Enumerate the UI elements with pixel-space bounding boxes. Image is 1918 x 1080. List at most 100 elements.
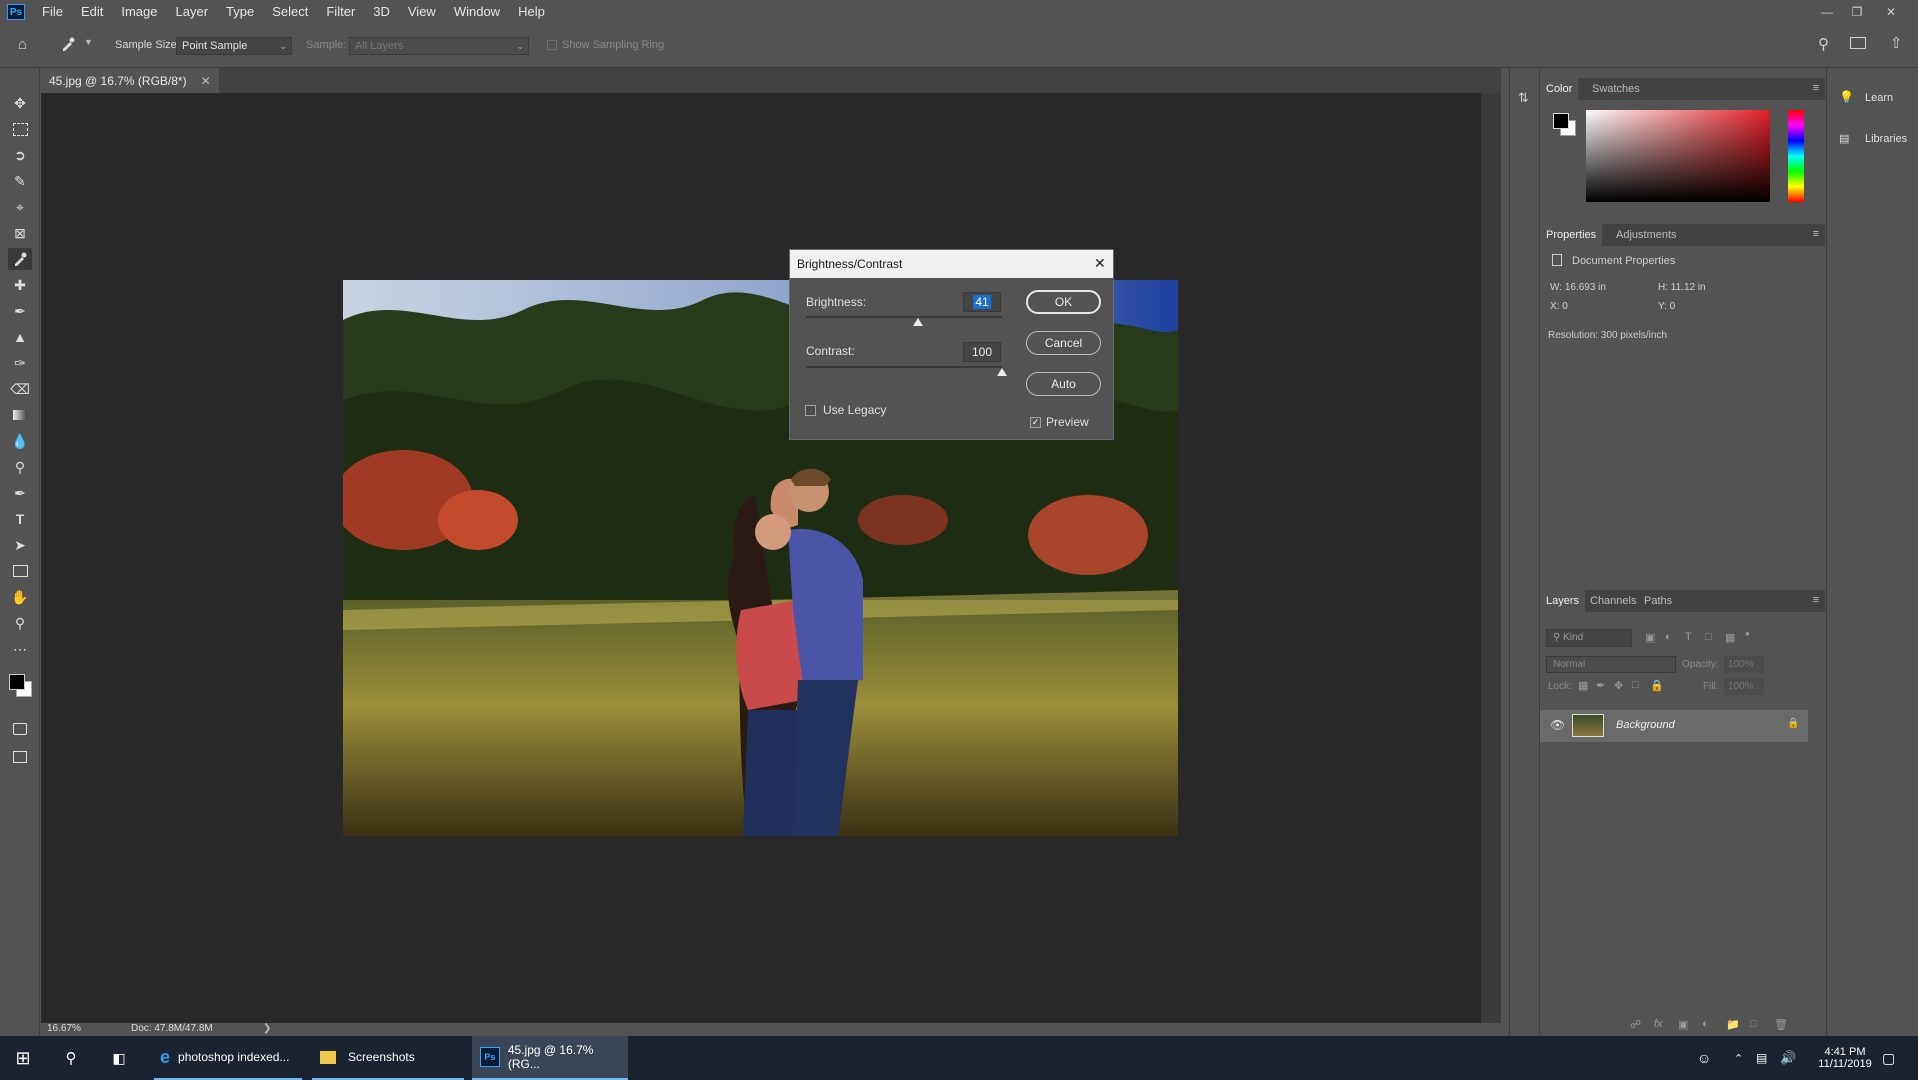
clock[interactable]: 4:41 PM 11/11/2019	[1810, 1036, 1880, 1080]
eye-visibility-icon[interactable]: 👁	[1550, 718, 1565, 732]
filter-type-icon[interactable]: T	[1685, 631, 1692, 643]
filter-adjustment-icon[interactable]: ◐	[1665, 631, 1672, 643]
delete-layer-icon[interactable]: 🗑	[1774, 1018, 1788, 1031]
menu-type[interactable]: Type	[217, 0, 263, 24]
people-icon[interactable]: ☺	[1697, 1036, 1711, 1080]
network-icon[interactable]: ▤	[1756, 1036, 1767, 1080]
quick-selection-tool-icon[interactable]: ✎	[8, 170, 32, 192]
lock-artboard-icon[interactable]: □	[1632, 679, 1639, 691]
libraries-label[interactable]: Libraries	[1865, 133, 1907, 145]
brightness-slider-thumb[interactable]	[912, 318, 923, 326]
menu-edit[interactable]: Edit	[72, 0, 112, 24]
menu-window[interactable]: Window	[445, 0, 509, 24]
learn-icon[interactable]: 💡	[1839, 90, 1854, 104]
rectangle-tool-icon[interactable]	[8, 560, 32, 582]
menu-3d[interactable]: 3D	[364, 0, 399, 24]
workspace-icon[interactable]	[1850, 37, 1866, 49]
crop-tool-icon[interactable]: ⌖	[8, 196, 32, 218]
foreground-color-chip[interactable]	[1553, 113, 1569, 129]
share-icon[interactable]: ⇧	[1890, 34, 1903, 52]
gradient-tool-icon[interactable]	[8, 404, 32, 426]
zoom-tool-icon[interactable]: ⚲	[8, 612, 32, 634]
move-tool-icon[interactable]: ✥	[8, 92, 32, 114]
dialog-titlebar[interactable]: Brightness/Contrast ✕	[790, 250, 1113, 278]
taskbar-explorer[interactable]: Screenshots	[312, 1036, 464, 1080]
show-hidden-icons[interactable]: ⌃	[1734, 1036, 1743, 1080]
search-icon[interactable]: ⚲	[1818, 35, 1829, 53]
restore-icon[interactable]: ❐	[1844, 0, 1870, 24]
show-sampling-ring-checkbox[interactable]	[547, 40, 557, 50]
search-icon[interactable]: ⚲	[58, 1036, 84, 1080]
status-arrow-icon[interactable]: ❯	[263, 1023, 271, 1034]
taskbar-photoshop[interactable]: Ps 45.jpg @ 16.7% (RG...	[472, 1036, 628, 1080]
filter-smart-object-icon[interactable]: ▦	[1725, 631, 1735, 644]
screen-mode-icon[interactable]	[8, 746, 32, 768]
document-tab[interactable]: 45.jpg @ 16.7% (RGB/8*) ✕	[41, 68, 219, 93]
learn-label[interactable]: Learn	[1865, 92, 1893, 104]
link-layers-icon[interactable]: ☍	[1630, 1018, 1641, 1031]
color-field[interactable]	[1586, 110, 1770, 202]
vertical-scrollbar[interactable]	[1481, 93, 1501, 1023]
tab-properties[interactable]: Properties	[1540, 224, 1603, 246]
blur-tool-icon[interactable]: 💧	[8, 430, 32, 452]
width-value[interactable]: W: 16.693 in	[1550, 282, 1606, 293]
history-brush-tool-icon[interactable]: ✑	[8, 352, 32, 374]
menu-filter[interactable]: Filter	[317, 0, 364, 24]
y-value[interactable]: Y: 0	[1658, 301, 1675, 312]
hand-tool-icon[interactable]: ✋	[8, 586, 32, 608]
layer-name[interactable]: Background	[1616, 719, 1675, 731]
x-value[interactable]: X: 0	[1550, 301, 1568, 312]
libraries-icon[interactable]: ▤	[1839, 132, 1849, 145]
notifications-icon[interactable]: ▢	[1882, 1036, 1895, 1080]
brightness-slider-track[interactable]	[806, 316, 1002, 318]
layer-row-background[interactable]: 👁 Background 🔒	[1540, 710, 1808, 742]
new-group-icon[interactable]: 📁	[1726, 1018, 1740, 1031]
volume-icon[interactable]: 🔊	[1780, 1036, 1796, 1080]
dodge-tool-icon[interactable]: ⚲	[8, 456, 32, 478]
type-tool-icon[interactable]: T	[8, 508, 32, 530]
lock-transparent-icon[interactable]: ▦	[1578, 679, 1588, 692]
frame-tool-icon[interactable]: ⊠	[8, 222, 32, 244]
filter-pixel-icon[interactable]: ▣	[1645, 631, 1655, 644]
minimize-icon[interactable]: —	[1814, 0, 1840, 24]
contrast-slider-track[interactable]	[806, 366, 1002, 368]
brightness-input[interactable]: 41	[963, 292, 1001, 312]
zoom-level[interactable]: 16.67%	[47, 1023, 81, 1034]
tab-color[interactable]: Color	[1540, 78, 1579, 100]
lock-position-icon[interactable]: ✥	[1614, 679, 1623, 692]
use-legacy-checkbox[interactable]	[805, 405, 816, 416]
menu-image[interactable]: Image	[112, 0, 166, 24]
fill-input[interactable]: 100%	[1724, 678, 1764, 695]
add-mask-icon[interactable]: ▣	[1678, 1018, 1688, 1031]
lock-all-icon[interactable]: 🔒	[1650, 679, 1664, 692]
sample-size-select[interactable]: Point Sample ⌄	[176, 37, 292, 55]
clone-stamp-tool-icon[interactable]: ▲	[8, 326, 32, 348]
contrast-slider-thumb[interactable]	[997, 368, 1007, 376]
panel-menu-icon[interactable]: ≡	[1813, 228, 1819, 240]
cancel-button[interactable]: Cancel	[1026, 331, 1101, 355]
quick-mask-icon[interactable]	[8, 718, 32, 740]
more-tools-icon[interactable]: ⋯	[8, 638, 32, 660]
hue-slider[interactable]	[1788, 110, 1804, 202]
tab-paths[interactable]: Paths	[1638, 590, 1678, 612]
menu-file[interactable]: File	[33, 0, 72, 24]
sample-select[interactable]: All Layers ⌄	[349, 37, 529, 55]
close-tab-icon[interactable]: ✕	[201, 74, 211, 88]
filter-shape-icon[interactable]: □	[1705, 631, 1712, 643]
taskbar-edge[interactable]: e photoshop indexed...	[154, 1036, 302, 1080]
filter-toggle-icon[interactable]: ●	[1745, 629, 1750, 638]
menu-view[interactable]: View	[399, 0, 445, 24]
foreground-color-swatch-top[interactable]	[9, 674, 25, 690]
panel-menu-icon[interactable]: ≡	[1813, 82, 1819, 94]
photoshop-logo[interactable]: Ps	[7, 4, 25, 20]
menu-layer[interactable]: Layer	[167, 0, 218, 24]
lock-image-icon[interactable]: ✒	[1596, 679, 1605, 692]
height-value[interactable]: H: 11.12 in	[1658, 282, 1706, 293]
layer-filter-select[interactable]: ⚲ Kind	[1546, 629, 1632, 647]
panel-menu-icon[interactable]: ≡	[1813, 594, 1819, 606]
new-layer-icon[interactable]: □	[1750, 1018, 1757, 1030]
tab-layers[interactable]: Layers	[1540, 590, 1586, 612]
lasso-tool-icon[interactable]: ➲	[8, 144, 32, 166]
tab-channels[interactable]: Channels	[1584, 590, 1642, 612]
blend-mode-select[interactable]: Normal	[1546, 656, 1676, 673]
